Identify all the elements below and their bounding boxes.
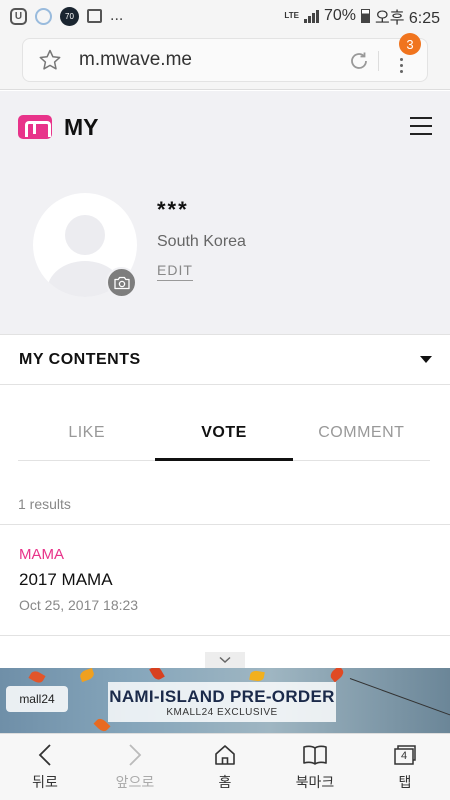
profile-name: *** [157,197,189,222]
page: U 70 ... LTE 70% 오후 6:25 m.mwave.me 3 MY… [0,0,450,800]
leaf-decoration [328,668,346,683]
divider [0,635,450,636]
list-item[interactable]: MAMA 2017 MAMA Oct 25, 2017 18:23 [0,525,450,635]
mwave-logo-icon[interactable] [18,115,52,139]
status-left-icons: U 70 ... [10,6,124,26]
nav-tabs[interactable]: 4 탭 [360,734,450,800]
notification-badge: 3 [399,33,421,55]
kmall24-logo: mall24 [6,686,68,712]
wifi-icon [35,7,52,25]
forward-icon [122,742,148,768]
banner-title: NAMI-ISLAND PRE-ORDER [109,687,335,706]
status-more: ... [110,7,124,24]
circle-70-icon: 70 [60,6,79,26]
item-title: 2017 MAMA [19,570,113,589]
leaf-decoration [249,669,265,683]
status-right: LTE 70% 오후 6:25 [284,4,440,28]
lte-icon: LTE [284,11,299,20]
status-time: 오후 6:25 [374,10,440,27]
nav-forward-label: 앞으로 [115,774,155,790]
nav-back[interactable]: 뒤로 [0,734,90,800]
nav-bookmark-label: 북마크 [295,774,335,790]
camera-icon[interactable] [106,267,137,298]
site-header: MY [0,91,450,163]
reload-icon[interactable] [347,49,371,73]
chevron-down-icon [219,656,231,664]
item-date: Oct 25, 2017 18:23 [19,597,139,613]
tabs-icon: 4 [392,742,418,768]
cable-car-line [349,678,450,717]
ad-banner[interactable]: mall24 NAMI-ISLAND PRE-ORDER KMALL24 EXC… [0,668,450,733]
page-title: MY [64,113,99,140]
leaf-decoration [149,668,165,682]
bookmark-icon [302,742,328,768]
edit-profile-link[interactable]: EDIT [157,262,193,281]
caret-down-icon[interactable] [420,356,432,363]
tab-like[interactable]: LIKE [18,405,155,460]
battery-icon [360,9,370,23]
u-app-icon: U [10,7,27,25]
browser-bottom-nav: 뒤로 앞으로 홈 북마크 4 탭 [0,733,450,800]
tabs-count: 4 [401,750,408,762]
nav-bookmark[interactable]: 북마크 [270,734,360,800]
toolbar-separator [378,51,379,71]
avatar-head [65,215,105,255]
my-contents-title: MY CONTENTS [19,350,141,368]
hamburger-menu-icon[interactable] [410,117,432,135]
nav-home[interactable]: 홈 [180,734,270,800]
signal-icon [303,9,319,23]
results-count: 1 results [18,496,71,512]
collapse-banner-button[interactable] [205,652,245,668]
profile-section: *** South Korea EDIT [0,163,450,334]
banner-logo-text: mall24 [19,692,55,706]
tab-vote[interactable]: VOTE [155,405,293,461]
nav-forward[interactable]: 앞으로 [90,734,180,800]
content-tabs: LIKE VOTE COMMENT [18,405,430,461]
my-contents-dropdown[interactable]: MY CONTENTS [0,334,450,385]
item-category: MAMA [19,546,64,563]
status-bar: U 70 ... LTE 70% 오후 6:25 [0,0,450,32]
star-icon[interactable] [37,47,63,73]
back-icon [32,742,58,768]
nav-home-label: 홈 [218,774,232,790]
nav-tabs-label: 탭 [398,774,412,790]
nav-back-label: 뒤로 [32,774,58,790]
banner-subtitle: KMALL24 EXCLUSIVE [166,707,278,718]
address-bar[interactable]: m.mwave.me 3 [22,33,428,82]
tab-comment[interactable]: COMMENT [293,405,430,460]
image-icon [87,9,102,23]
battery-percent: 70% [323,7,356,24]
leaf-decoration [28,669,46,685]
url-text[interactable]: m.mwave.me [79,49,192,71]
profile-country: South Korea [157,233,246,250]
leaf-decoration [78,668,96,683]
banner-text-box: NAMI-ISLAND PRE-ORDER KMALL24 EXCLUSIVE [108,682,336,722]
home-icon [212,742,238,768]
browser-toolbar: m.mwave.me 3 [0,32,450,90]
